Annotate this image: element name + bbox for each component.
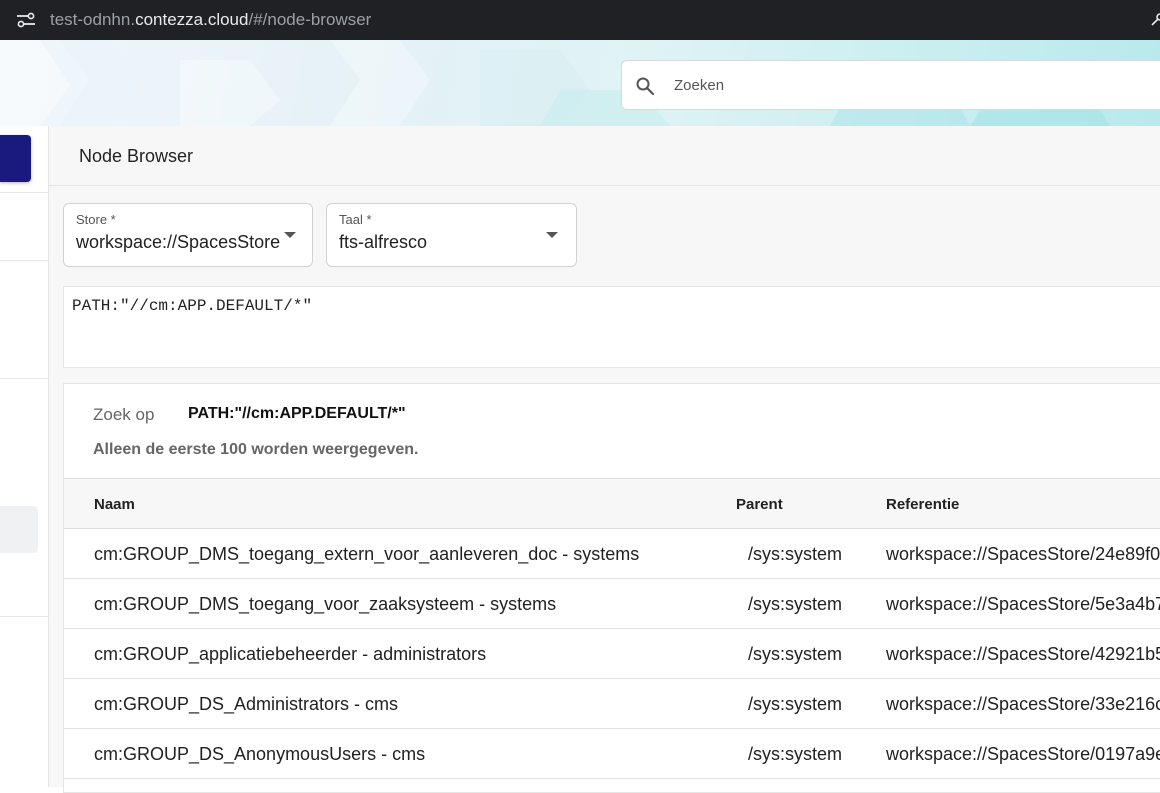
search-for-label: Zoek op xyxy=(93,405,155,424)
row-name: cm:GROUP_DS_Administrators - cms xyxy=(94,694,399,714)
row-reference: workspace://SpacesStore/5e3a4b7 xyxy=(886,594,1160,614)
table-row[interactable]: cm:GROUP_DMS_toegang_voor_zaaksysteem - … xyxy=(64,579,1160,629)
column-header-name[interactable]: Naam xyxy=(94,496,135,513)
sidebar xyxy=(0,126,49,787)
row-name: cm:GROUP_DMS_toegang_extern_voor_aanleve… xyxy=(94,544,640,564)
results-limit-note: Alleen de eerste 100 worden weergegeven. xyxy=(93,441,419,458)
page-title-bar: Node Browser xyxy=(49,126,1160,186)
row-parent: /sys:system xyxy=(748,644,843,664)
row-reference: workspace://SpacesStore/0197a9e xyxy=(886,744,1160,764)
sidebar-primary-button[interactable] xyxy=(0,135,31,182)
sidebar-divider xyxy=(0,378,49,379)
chevron-down-icon xyxy=(546,232,558,238)
language-select-label: Taal * xyxy=(339,212,372,227)
search-input[interactable] xyxy=(672,61,1152,109)
row-name: cm:GROUP_DS_AnonymousUsers - cms xyxy=(94,744,426,764)
language-select-value: fts-alfresco xyxy=(339,232,428,252)
store-select[interactable]: Store * workspace://SpacesStore xyxy=(63,203,313,267)
table-row[interactable]: cm:GROUP_DS_AnonymousUsers - cms /sys:sy… xyxy=(64,729,1160,779)
row-reference: workspace://SpacesStore/33e216c xyxy=(886,694,1160,714)
column-header-parent[interactable]: Parent xyxy=(736,496,783,513)
row-parent: /sys:system xyxy=(748,694,843,714)
row-parent: /sys:system xyxy=(748,544,843,564)
table-row[interactable]: cm:GROUP_DS_Administrators - cms /sys:sy… xyxy=(64,679,1160,729)
row-reference: workspace://SpacesStore/42921b5 xyxy=(886,644,1160,664)
store-select-value: workspace://SpacesStore xyxy=(76,232,281,252)
table-row[interactable]: cm:GROUP_DMS_toegang_extern_voor_aanleve… xyxy=(64,529,1160,579)
row-parent: /sys:system xyxy=(748,594,843,614)
page-title: Node Browser xyxy=(79,146,194,166)
table-header: Naam Parent Referentie xyxy=(64,478,1160,529)
row-parent: /sys:system xyxy=(748,744,843,764)
sidebar-divider xyxy=(0,192,49,193)
search-for-value: PATH:"//cm:APP.DEFAULT/*" xyxy=(188,405,406,422)
search-box[interactable] xyxy=(621,60,1160,110)
url-domain: contezza.cloud xyxy=(135,10,249,29)
key-icon[interactable] xyxy=(1150,12,1160,28)
row-name: cm:GROUP_applicatiebeheerder - administr… xyxy=(94,644,487,664)
sidebar-divider xyxy=(0,616,49,617)
row-name: cm:GROUP_DMS_toegang_voor_zaaksysteem - … xyxy=(94,594,557,614)
results-table: Naam Parent Referentie cm:GROUP_DMS_toeg… xyxy=(64,478,1160,779)
query-input[interactable]: PATH:"//cm:APP.DEFAULT/*" xyxy=(63,286,1160,368)
column-header-reference[interactable]: Referentie xyxy=(886,496,959,513)
language-select[interactable]: Taal * fts-alfresco xyxy=(326,203,577,267)
results-card: Zoek op PATH:"//cm:APP.DEFAULT/*" Alleen… xyxy=(63,383,1160,793)
table-row[interactable]: cm:GROUP_applicatiebeheerder - administr… xyxy=(64,629,1160,679)
address-url[interactable]: test-odnhn.contezza.cloud/#/node-browser xyxy=(50,10,371,30)
sidebar-item-active[interactable] xyxy=(0,506,38,553)
row-reference: workspace://SpacesStore/24e89f0 xyxy=(886,544,1160,564)
site-settings-icon[interactable] xyxy=(16,12,36,28)
url-prefix: test-odnhn. xyxy=(50,10,136,29)
main-content: Node Browser Store * workspace://SpacesS… xyxy=(49,126,1160,793)
chevron-down-icon xyxy=(284,232,296,238)
app-header xyxy=(0,40,1160,126)
search-icon[interactable] xyxy=(635,76,655,96)
store-select-label: Store * xyxy=(76,212,116,227)
url-path: /#/node-browser xyxy=(248,10,372,29)
sidebar-divider xyxy=(0,260,49,261)
browser-address-bar: test-odnhn.contezza.cloud/#/node-browser xyxy=(0,0,1160,40)
